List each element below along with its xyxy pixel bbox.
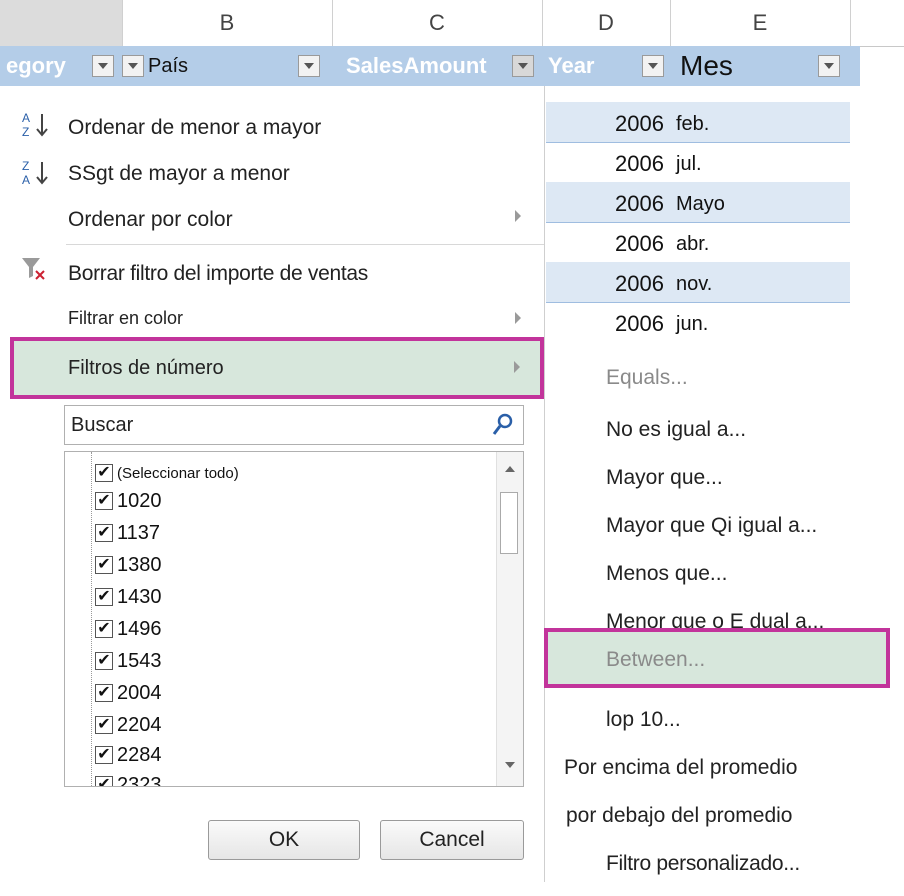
year-cell: 2006	[615, 111, 664, 136]
between-label: Between...	[606, 648, 706, 671]
year-cell: 2006	[615, 191, 664, 216]
svg-text:Z: Z	[22, 159, 29, 173]
column-header-c[interactable]: C	[332, 0, 543, 46]
clear-filter-item[interactable]: Borrar filtro del importe de ventas	[68, 262, 368, 286]
sort-by-color-item[interactable]: Ordenar por color	[68, 208, 233, 232]
table-header-row: egory País SalesAmount Year Mes	[0, 46, 860, 86]
table-row[interactable]: 2006 abr.	[546, 222, 850, 263]
checkbox[interactable]: ✔	[95, 746, 113, 764]
menu-divider	[66, 244, 544, 245]
custom-filter-item[interactable]: Filtro personalizado...	[606, 852, 800, 876]
sort-descending-icon: ZA	[22, 158, 56, 193]
list-item[interactable]: ✔ 2284	[95, 740, 162, 770]
month-filter-dropdown[interactable]	[818, 55, 840, 77]
table-row[interactable]: 2006 jul.	[546, 142, 850, 183]
search-icon	[491, 412, 515, 443]
month-cell: jul.	[676, 153, 702, 175]
less-than-item[interactable]: Menos que...	[606, 562, 727, 586]
category-filter-dropdown[interactable]	[92, 55, 114, 77]
month-cell: jun.	[676, 313, 709, 335]
checkbox[interactable]: ✔	[95, 684, 113, 702]
greater-than-item[interactable]: Mayor que...	[606, 466, 723, 490]
scroll-up-icon[interactable]	[505, 466, 515, 472]
column-header-b[interactable]: B	[122, 0, 333, 46]
column-header-e[interactable]: E	[670, 0, 851, 46]
ok-button[interactable]: OK	[208, 820, 360, 860]
table-row[interactable]: 2006 feb.	[546, 102, 850, 143]
list-item[interactable]: ✔ 1137	[95, 518, 160, 548]
below-average-item[interactable]: por debajo del promedio	[566, 804, 793, 828]
month-cell: feb.	[676, 113, 710, 135]
filter-by-color-item[interactable]: Filtrar en color	[68, 308, 183, 329]
not-equal-item[interactable]: No es igual a...	[606, 418, 746, 442]
checkbox[interactable]: ✔	[95, 776, 113, 786]
checkbox[interactable]: ✔	[95, 652, 113, 670]
list-scrollbar[interactable]	[496, 452, 523, 786]
sort-ascending-icon: AZ	[22, 110, 56, 145]
checkbox[interactable]: ✔	[95, 716, 113, 734]
list-item[interactable]: ✔ (Seleccionar todo)	[95, 458, 239, 488]
year-cell: 2006	[615, 231, 664, 256]
list-item[interactable]: ✔ 1380	[95, 550, 162, 580]
number-filters-label: Filtros de número	[68, 357, 224, 379]
chevron-right-icon	[515, 210, 521, 222]
country-filter-dropdown-2[interactable]	[298, 55, 320, 77]
tree-guide	[91, 452, 93, 786]
list-item[interactable]: ✔ 2204	[95, 710, 162, 740]
sales-amount-filter-dropdown[interactable]	[512, 55, 534, 77]
svg-text:Z: Z	[22, 125, 29, 139]
column-header-d[interactable]: D	[542, 0, 671, 46]
between-item[interactable]: Between...	[544, 628, 890, 688]
month-cell: Mayo	[676, 193, 725, 215]
svg-text:A: A	[22, 173, 30, 187]
checkbox[interactable]: ✔	[95, 556, 113, 574]
top-10-item[interactable]: lop 10...	[606, 708, 681, 732]
checkbox[interactable]: ✔	[95, 464, 113, 482]
category-header: egory	[6, 53, 66, 78]
sales-amount-header: SalesAmount	[346, 53, 487, 78]
list-item[interactable]: ✔ 1543	[95, 646, 162, 676]
svg-text:A: A	[22, 111, 30, 125]
checkbox[interactable]: ✔	[95, 492, 113, 510]
year-header: Year	[548, 53, 595, 78]
column-header-row: B C D E	[0, 0, 904, 47]
chevron-right-icon	[514, 361, 520, 373]
table-row[interactable]: 2006 nov.	[546, 262, 850, 303]
country-header: País	[148, 54, 189, 77]
scroll-thumb[interactable]	[500, 492, 518, 554]
search-input[interactable]: Buscar	[64, 405, 524, 445]
month-cell: nov.	[676, 273, 713, 295]
cancel-button[interactable]: Cancel	[380, 820, 524, 860]
country-filter-dropdown[interactable]	[122, 55, 144, 77]
list-item[interactable]: ✔ 1020	[95, 486, 162, 516]
clear-filter-icon	[20, 256, 48, 287]
year-cell: 2006	[615, 271, 664, 296]
table-row[interactable]: 2006 jun.	[546, 302, 850, 343]
checkbox[interactable]: ✔	[95, 620, 113, 638]
year-cell: 2006	[615, 151, 664, 176]
list-item[interactable]: ✔ 1496	[95, 614, 162, 644]
number-filters-item[interactable]: Filtros de número	[10, 337, 544, 399]
sort-descending-item[interactable]: SSgt de mayor a menor	[68, 162, 290, 186]
equals-item[interactable]: Equals...	[606, 366, 688, 390]
month-header: Mes	[680, 50, 733, 81]
column-header-a[interactable]	[0, 0, 123, 46]
checkbox[interactable]: ✔	[95, 524, 113, 542]
search-placeholder: Buscar	[71, 414, 134, 436]
list-item[interactable]: ✔ 2323	[95, 770, 162, 786]
table-row[interactable]: 2006 Mayo	[546, 182, 850, 223]
list-item[interactable]: ✔ 1430	[95, 582, 162, 612]
value-list: ✔ (Seleccionar todo) ✔ 1020 ✔ 1137 ✔ 1380 ✔ 1…	[64, 451, 524, 787]
greater-equal-item[interactable]: Mayor que Qi igual a...	[606, 514, 817, 538]
year-filter-dropdown[interactable]	[642, 55, 664, 77]
list-item[interactable]: ✔ 2004	[95, 678, 162, 708]
month-cell: abr.	[676, 233, 710, 255]
checkbox[interactable]: ✔	[95, 588, 113, 606]
above-average-item[interactable]: Por encima del promedio	[564, 756, 797, 780]
scroll-down-icon[interactable]	[505, 762, 515, 768]
sort-ascending-item[interactable]: Ordenar de menor a mayor	[68, 116, 321, 140]
chevron-right-icon	[515, 312, 521, 324]
year-cell: 2006	[615, 311, 664, 336]
